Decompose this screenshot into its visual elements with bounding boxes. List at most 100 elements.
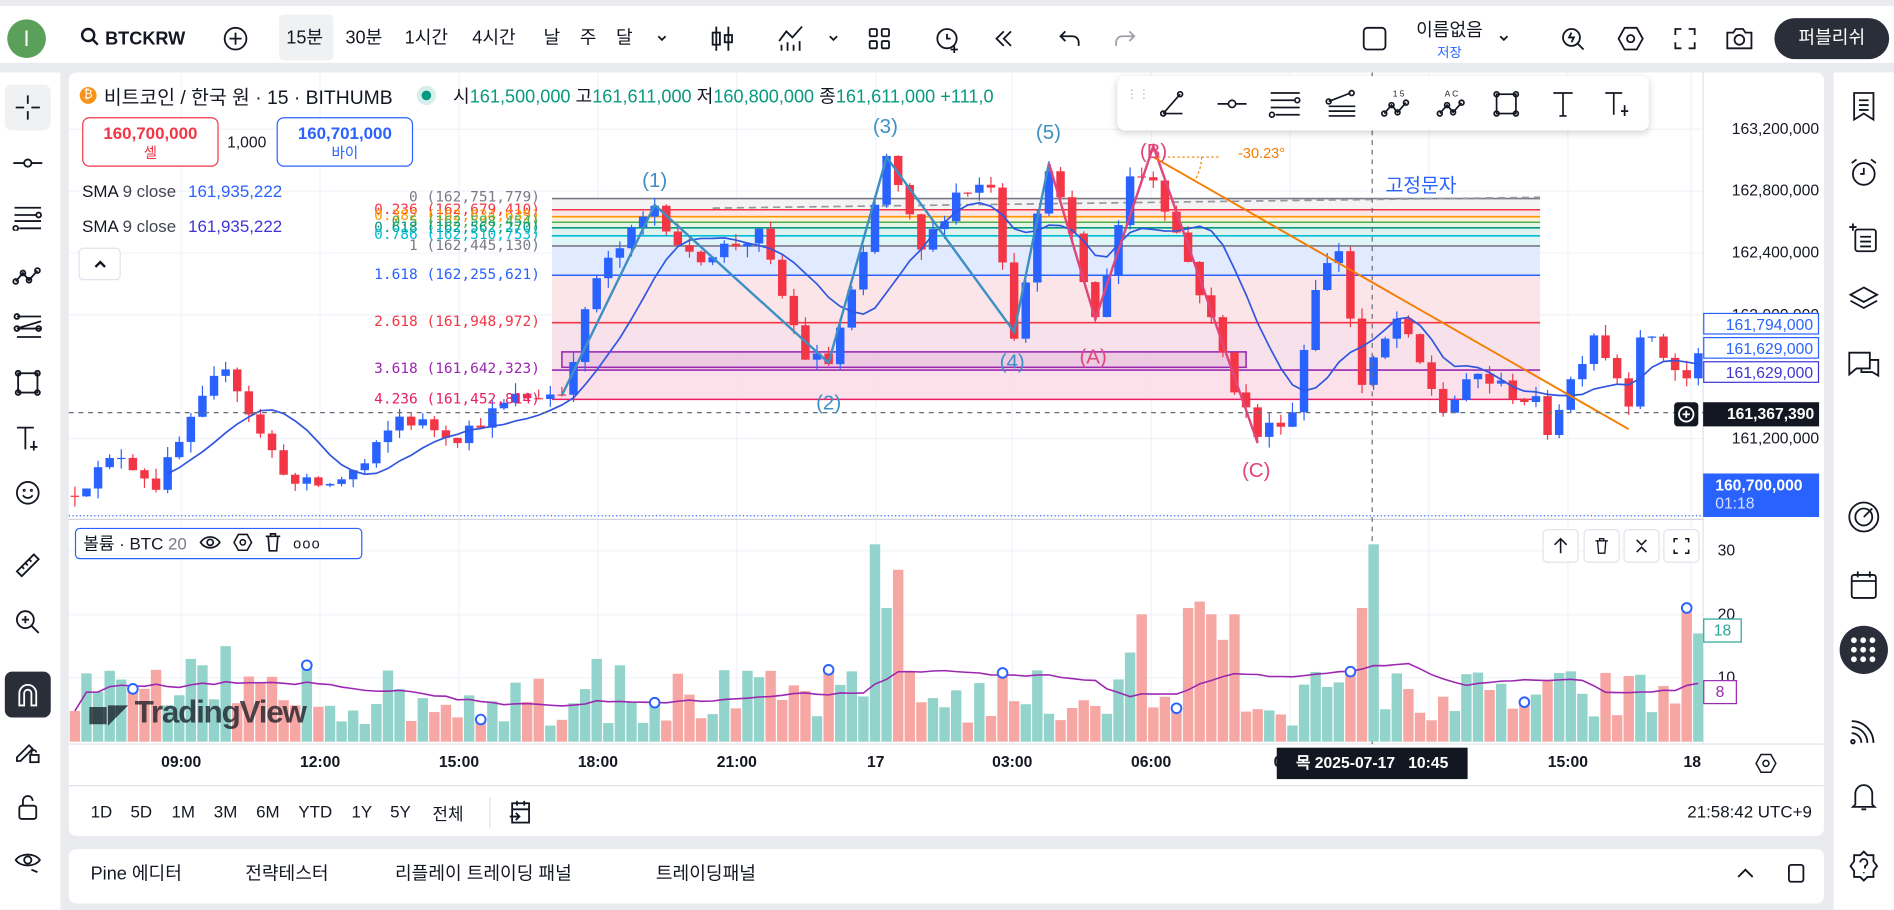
text-tool[interactable] [1542,85,1583,124]
volume-pane [69,544,1704,742]
volume-bar [1600,672,1611,742]
candle-body [70,495,80,497]
clock[interactable]: 21:58:42 UTC+9 [1667,802,1812,821]
tab-trading-panel[interactable]: 트레이딩패널 [656,860,756,885]
maximize-pane-button[interactable] [1663,529,1700,563]
range-5d[interactable]: 5D [130,802,152,821]
volume-point-marker [1344,665,1357,678]
chevron-up-icon[interactable] [1732,860,1759,887]
candle [1659,333,1668,361]
trash-icon[interactable] [264,532,281,555]
volume-bar [1101,713,1113,742]
range-1d[interactable]: 1D [91,802,113,821]
range-ytd[interactable]: YTD [298,802,332,821]
help-icon[interactable] [1837,842,1890,890]
volume-bar [440,704,452,742]
market-status-icon [416,85,437,106]
volume-bar [719,670,730,742]
volume-bar [429,712,440,742]
collapse-legend-button[interactable] [78,247,121,281]
wave-label-c: (C) [1241,459,1271,482]
rectangle-tool[interactable] [1486,85,1527,124]
time-axis-settings-icon[interactable] [1753,750,1780,777]
sell-button[interactable]: 160,700,000 셀 [82,117,219,167]
candle [418,413,427,429]
candle [186,413,196,453]
anchored-text-tool[interactable] [1597,85,1638,124]
time-label: 09:00 [161,752,202,771]
candle-body [1299,349,1309,413]
volume-bar [1275,714,1287,742]
elliott-correction-tool[interactable]: A C [1433,85,1474,124]
volume-bar [603,723,614,742]
bitcoin-icon: ₿ [79,86,97,104]
candle [951,183,961,225]
angle-line-tool[interactable] [1154,85,1195,124]
candle-body [128,457,138,471]
volume-bar [811,716,823,742]
volume-bar [858,696,869,742]
stream-icon[interactable] [1837,707,1890,755]
candle [140,468,149,488]
fixed-text-drawing[interactable]: 고정문자 [1385,169,1456,198]
range-3m[interactable]: 3M [214,802,237,821]
parallel-channel-tool[interactable] [1265,85,1306,124]
spread-value: 1,000 [227,132,267,151]
notifications-icon[interactable] [1837,773,1890,821]
elliott-impulse-tool[interactable]: 1 5 [1377,85,1418,124]
range-all[interactable]: 전체 [432,802,463,826]
add-alert-plus-icon[interactable] [1674,402,1699,427]
volume-bar [1182,607,1194,742]
delete-pane-button[interactable] [1583,529,1620,563]
volume-legend[interactable]: 볼륨 · BTC 20 ooo [74,527,363,560]
candle-body [290,474,300,484]
object-tree-icon[interactable] [1837,214,1890,262]
move-pane-up-button[interactable] [1542,529,1579,563]
range-1m[interactable]: 1M [172,802,195,821]
volume-bar [1449,711,1460,742]
tab-pine-editor[interactable]: Pine 에디터 [91,860,182,885]
settings-icon[interactable] [232,532,253,555]
candle-body [986,184,996,188]
calendar-icon[interactable] [1837,560,1890,608]
indicator-legend-sma-1[interactable]: SMA 9 close 161,935,222 [82,181,282,200]
go-to-date-icon[interactable] [505,797,536,828]
fib-channel-tool[interactable] [1320,85,1361,124]
symbol-title[interactable]: 비트코인 / 한국 원 · 15 · BITHUMB [104,81,393,110]
eye-icon[interactable] [199,533,221,554]
hotlist-icon[interactable] [1837,493,1890,541]
volume-bar [985,715,997,742]
tab-strategy-tester[interactable]: 전략테스터 [245,860,328,885]
collapse-pane-button[interactable] [1623,529,1660,563]
apps-icon[interactable]: ●●● ●●● ●●● [1837,625,1890,675]
volume-bar [1565,671,1576,742]
layers-icon[interactable] [1837,274,1890,322]
last-price: 160,700,000 [1715,475,1803,495]
candle-body [615,248,625,258]
bottom-panel [68,849,1824,904]
tab-replay-trading[interactable]: 리플레이 트레이딩 패널 [395,860,572,885]
range-5y[interactable]: 5Y [390,802,411,821]
range-6m[interactable]: 6M [256,802,279,821]
horizontal-ray-tool[interactable] [1212,85,1253,124]
buy-button[interactable]: 160,701,000 바이 [276,117,414,167]
watchlist-icon[interactable] [1837,82,1890,130]
volume-bar [730,708,742,742]
indicator-legend-sma-2[interactable]: SMA 9 close 161,935,222 [82,216,282,235]
time-label: 15:00 [438,752,480,771]
fib-level-label: 1 (162,445,130) [409,236,540,254]
drag-handle-icon[interactable]: ⋮⋮ [1126,89,1150,116]
volume-bar [1356,607,1368,742]
alarm-icon[interactable] [1837,149,1890,197]
candle [406,413,416,431]
maximize-panel-icon[interactable] [1783,860,1810,887]
candle-body [221,369,230,376]
chat-icon[interactable] [1837,342,1890,390]
range-1y[interactable]: 1Y [351,802,372,821]
candle [256,409,265,438]
more-icon[interactable]: ooo [293,535,321,552]
candle-body [951,192,961,222]
volume-bar [1240,711,1252,742]
candle-body [1659,336,1668,358]
volume-bar [950,690,962,742]
